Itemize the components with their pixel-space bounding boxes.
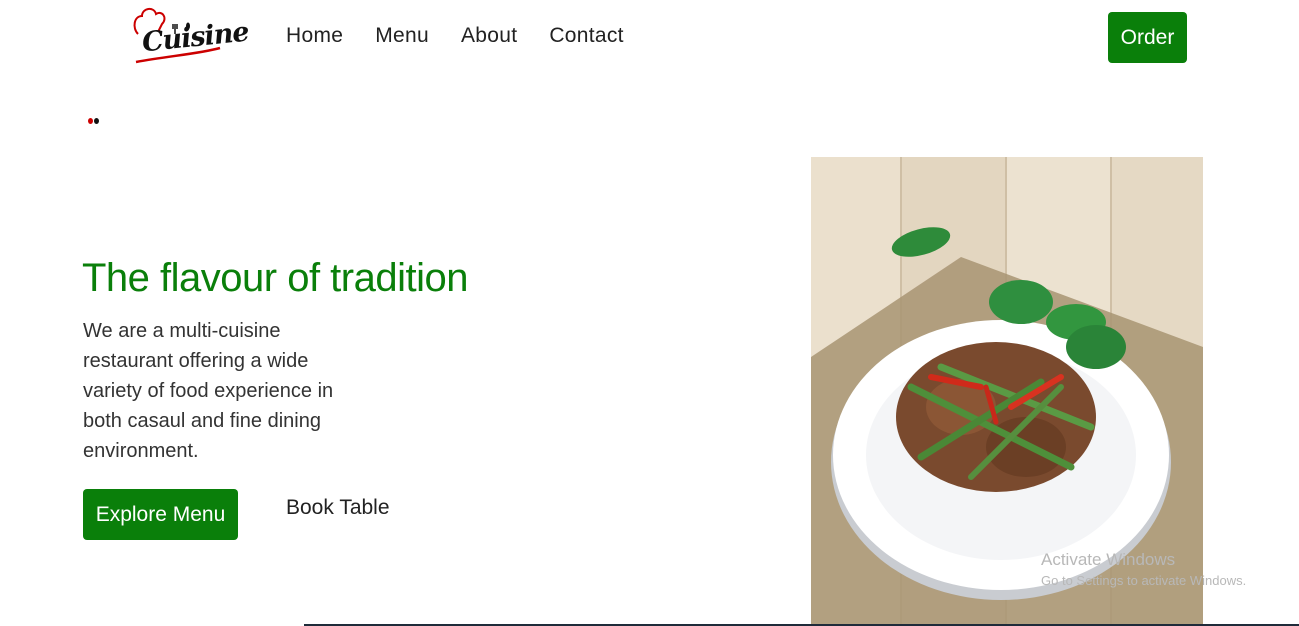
- carousel-indicators: [88, 118, 99, 124]
- windows-activation-watermark: Activate Windows Go to Settings to activ…: [1041, 550, 1246, 588]
- nav-home-link[interactable]: Home: [286, 24, 343, 48]
- carousel-dot[interactable]: [94, 118, 99, 124]
- carousel-dot-active[interactable]: [88, 118, 93, 124]
- hero-description: We are a multi-cuisine restaurant offeri…: [83, 320, 334, 462]
- hero-title: The flavour of tradition: [82, 256, 469, 300]
- book-table-link[interactable]: Book Table: [286, 496, 390, 520]
- nav-menu-link[interactable]: Menu: [375, 24, 429, 48]
- nav-contact-link[interactable]: Contact: [549, 24, 623, 48]
- order-button[interactable]: Order: [1108, 12, 1187, 63]
- watermark-title: Activate Windows: [1041, 550, 1176, 569]
- watermark-subtitle: Go to Settings to activate Windows.: [1041, 573, 1247, 588]
- main-nav: Home Menu About Contact: [286, 24, 624, 48]
- explore-menu-button[interactable]: Explore Menu: [83, 489, 238, 540]
- cuisine-logo[interactable]: Cuisine: [128, 4, 250, 70]
- nav-about-link[interactable]: About: [461, 24, 517, 48]
